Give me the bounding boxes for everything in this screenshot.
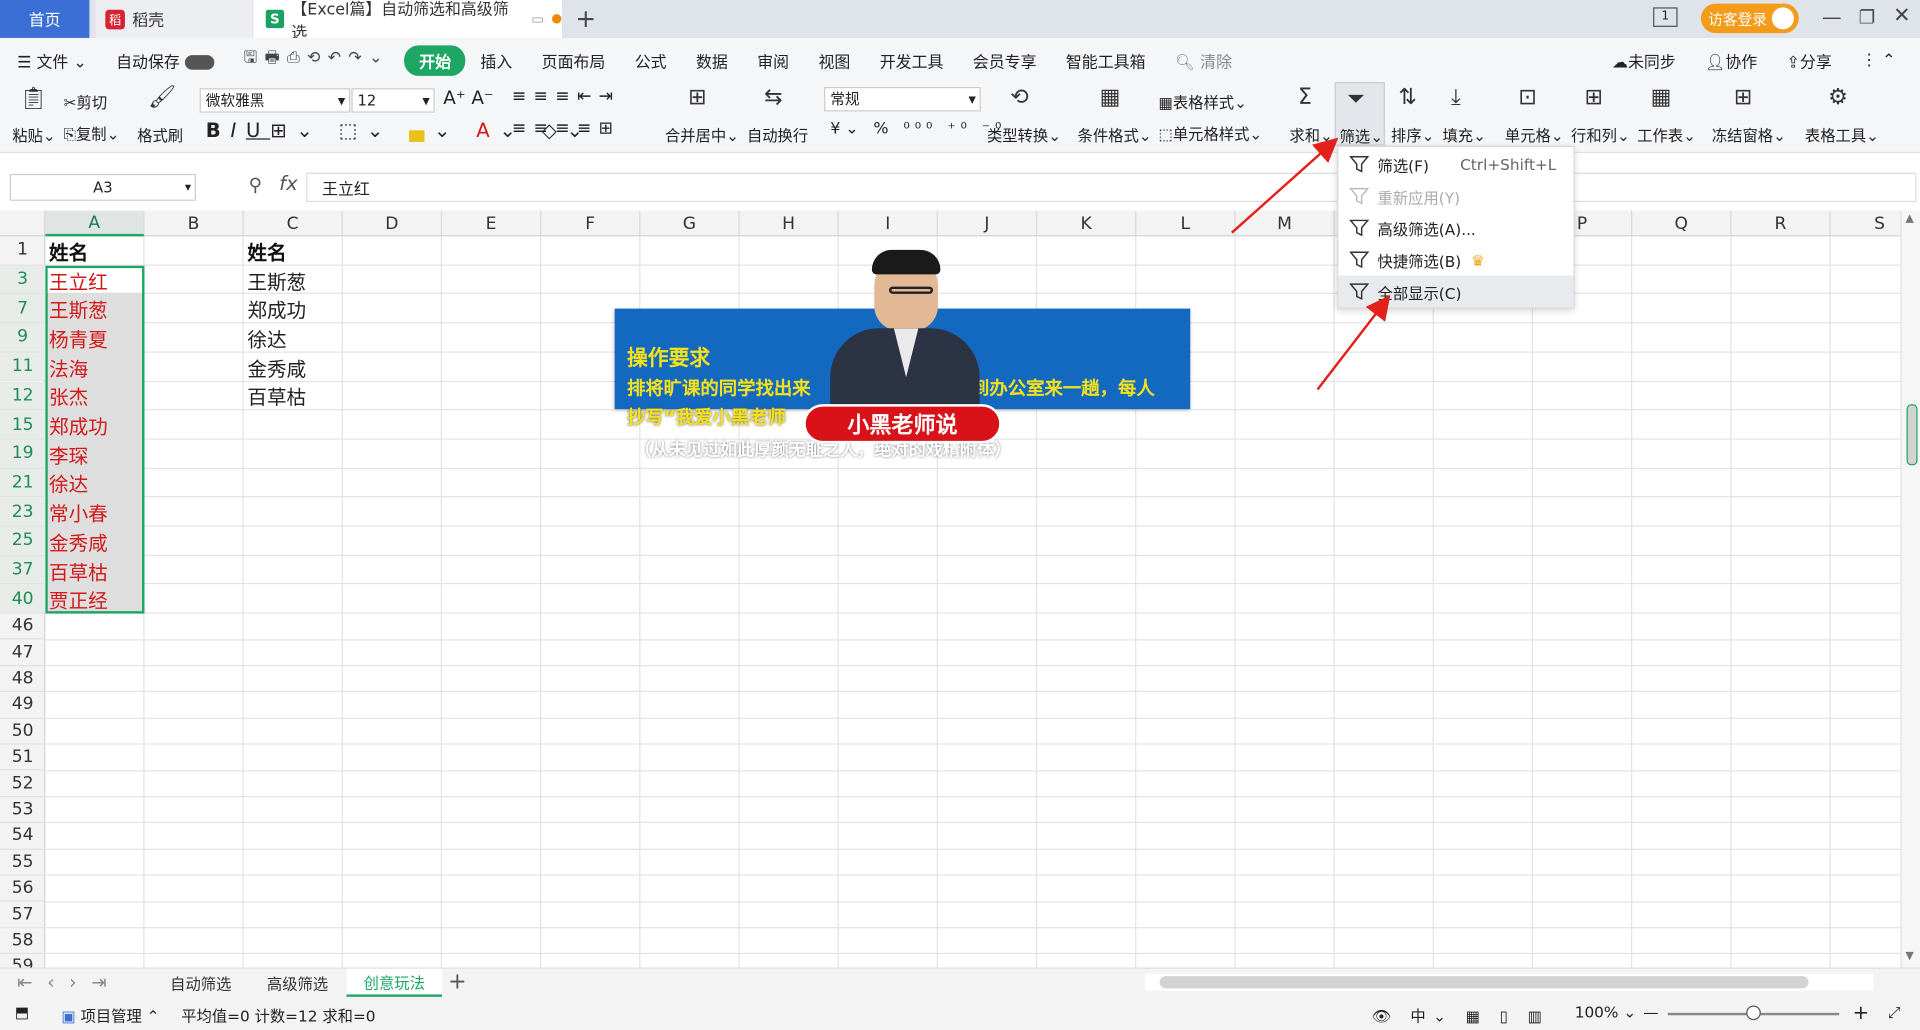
- arrow-to-filter-button: [1231, 137, 1339, 234]
- zoom-out-icon[interactable]: —: [1643, 1003, 1658, 1021]
- sheet-tabs-bar: ⇤‹›⇥ 自动筛选 高级筛选 创意玩法 +: [0, 967, 1920, 997]
- zoom-in-icon[interactable]: +: [1853, 1001, 1869, 1024]
- fullscreen-icon[interactable]: ⤢: [1888, 1003, 1900, 1023]
- view-icons[interactable]: 👁︎ 中⌄ ▦ ▯ ▥: [1371, 1003, 1549, 1026]
- spreadsheet-app: 首页 稻稻壳 S 【Excel篇】自动筛选和高级筛选 ▭ ● + 1 访客登录 — ❐…: [0, 0, 1920, 1030]
- zoom-value: 100%: [1574, 1003, 1619, 1022]
- sheet-tab-auto-filter[interactable]: 自动筛选: [152, 969, 250, 997]
- vertical-scrollbar[interactable]: ▲ ▼: [1900, 210, 1920, 968]
- project-management[interactable]: ▣ 项目管理 ⌃: [61, 1003, 159, 1026]
- sheet-tab-creative[interactable]: 创意玩法: [346, 968, 443, 997]
- status-mode-icon[interactable]: ⬒: [15, 1003, 29, 1021]
- zoom-level[interactable]: 100% ⌄: [1575, 1003, 1636, 1021]
- status-bar: ⬒ ▣ 项目管理 ⌃ 平均值=0 计数=12 求和=0 👁︎ 中⌄ ▦ ▯ ▥ …: [0, 996, 1920, 1030]
- horizontal-scroll-thumb[interactable]: [1159, 976, 1809, 989]
- add-sheet-icon[interactable]: +: [448, 969, 466, 995]
- horizontal-scrollbar[interactable]: [1144, 973, 1874, 991]
- scroll-down-icon[interactable]: ▼: [1905, 950, 1913, 962]
- scroll-up-icon[interactable]: ▲: [1905, 213, 1913, 225]
- vertical-scroll-thumb[interactable]: [1906, 404, 1918, 466]
- arrow-to-show-all: [1316, 294, 1391, 391]
- project-icon: ▣: [61, 1006, 76, 1026]
- status-stats: 平均值=0 计数=12 求和=0: [181, 1006, 376, 1026]
- zoom-slider-thumb[interactable]: [1746, 1005, 1761, 1021]
- project-label: 项目管理: [80, 1006, 142, 1026]
- annotation-arrows: [1231, 137, 1391, 391]
- sheet-tab-advanced-filter[interactable]: 高级筛选: [250, 969, 346, 997]
- sheet-nav-icons[interactable]: ⇤‹›⇥: [17, 971, 121, 993]
